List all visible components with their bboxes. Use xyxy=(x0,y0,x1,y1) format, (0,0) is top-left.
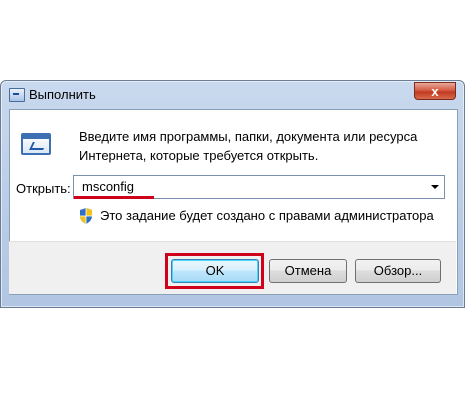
close-button[interactable]: x xyxy=(414,82,456,100)
uac-shield-icon xyxy=(80,208,92,224)
annotation-ok-highlight xyxy=(165,253,264,289)
cancel-button[interactable]: Отмена xyxy=(269,259,347,283)
title-bar[interactable]: Выполнить x xyxy=(1,81,464,109)
open-input[interactable]: msconfig xyxy=(82,179,134,194)
dialog-description: Введите имя программы, папки, документа … xyxy=(79,129,418,163)
screenshot-stage: Выполнить x Введите имя программы, папки… xyxy=(0,0,468,400)
run-program-icon xyxy=(21,133,51,155)
annotation-underline xyxy=(74,196,154,199)
run-dialog-window: Выполнить x Введите имя программы, папки… xyxy=(0,80,465,308)
chevron-down-icon[interactable] xyxy=(431,185,439,189)
window-title: Выполнить xyxy=(29,87,96,102)
run-window-icon xyxy=(9,88,25,102)
open-label: Открыть: xyxy=(16,181,71,196)
browse-button[interactable]: Обзор... xyxy=(355,259,441,283)
uac-note-text: Это задание будет создано с правами адми… xyxy=(100,208,434,223)
